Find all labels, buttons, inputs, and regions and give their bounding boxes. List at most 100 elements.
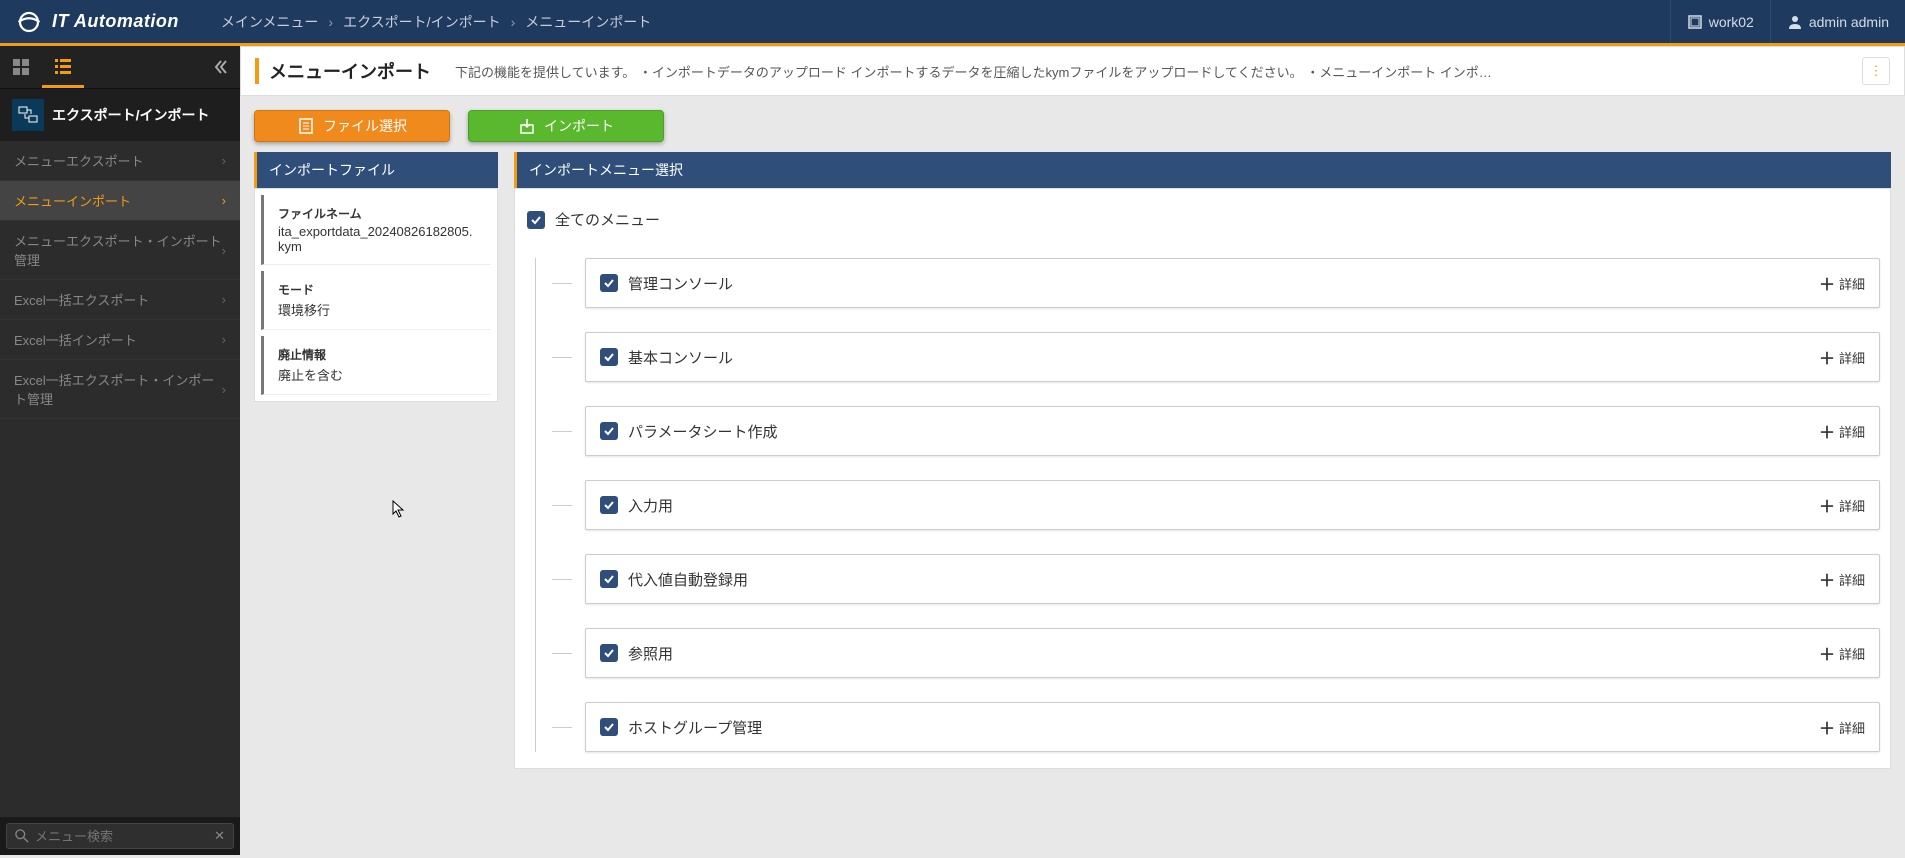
plus-icon: ＋ [1819,345,1835,369]
import-label: インポート [544,116,614,136]
page-title: メニューインポート [255,58,431,84]
tree-card: 代入値自動登録用＋詳細 [585,554,1880,604]
filename-label: ファイルネーム [278,205,477,222]
app-logo[interactable]: IT Automation [0,7,193,37]
checkbox[interactable] [600,348,618,366]
discard-block: 廃止情報 廃止を含む [261,336,491,395]
clear-icon[interactable]: ✕ [214,828,225,844]
sidebar-item-label: メニューインポート [14,191,131,210]
detail-button[interactable]: ＋詳細 [1819,271,1865,295]
plus-icon: ＋ [1819,493,1835,517]
detail-button[interactable]: ＋詳細 [1819,567,1865,591]
workspace-button[interactable]: work02 [1670,0,1770,43]
tree-card-label: 管理コンソール [628,273,1819,294]
sidebar-item[interactable]: メニューエクスポート・インポート管理› [0,221,240,280]
sidebar: エクスポート/インポート メニューエクスポート›メニューインポート›メニューエク… [0,46,240,855]
detail-label: 詳細 [1839,570,1865,589]
detail-button[interactable]: ＋詳細 [1819,419,1865,443]
page-kebab-menu[interactable]: ⋮ [1862,57,1890,85]
sidebar-group-label: エクスポート/インポート [52,105,209,125]
detail-button[interactable]: ＋詳細 [1819,715,1865,739]
checkbox[interactable] [600,496,618,514]
search-icon [15,829,29,843]
tree-card: ホストグループ管理＋詳細 [585,702,1880,752]
sidebar-search-box: ✕ [6,823,234,849]
sidebar-group-title: エクスポート/インポート [0,89,240,141]
detail-label: 詳細 [1839,422,1865,441]
detail-label: 詳細 [1839,348,1865,367]
detail-button[interactable]: ＋詳細 [1819,493,1865,517]
check-icon [603,351,615,363]
content-area: インポートファイル ファイルネーム ita_exportdata_2024082… [240,152,1905,855]
workspace-icon [1687,14,1703,30]
checkbox-all[interactable] [527,211,545,229]
header-right: work02 admin admin [1670,0,1905,43]
tree-card-label: 基本コンソール [628,347,1819,368]
sidebar-item[interactable]: Excel一括インポート› [0,320,240,360]
breadcrumb: メインメニュー › エクスポート/インポート › メニューインポート [193,12,1670,32]
discard-value: 廃止を含む [278,365,477,384]
sidebar-item[interactable]: メニューエクスポート› [0,141,240,181]
chevron-right-icon: › [222,292,226,307]
grid-icon [12,58,30,76]
detail-button[interactable]: ＋詳細 [1819,641,1865,665]
tree-card-label: 入力用 [628,495,1819,516]
main: メニューインポート 下記の機能を提供しています。 ・インポートデータのアップロー… [240,46,1905,855]
sidebar-nav: メニューエクスポート› メニューインポート › メニューエクスポート・インポート管理›… [0,141,240,817]
tree-root-row: 全てのメニュー [525,205,1880,234]
sidebar-search-area: ✕ [0,817,240,855]
checkbox[interactable] [600,570,618,588]
plus-icon: ＋ [1819,419,1835,443]
import-menu-panel-title: インポートメニュー選択 [514,152,1891,188]
breadcrumb-item-1[interactable]: エクスポート/インポート [339,12,504,32]
checkbox[interactable] [600,422,618,440]
workspace-label: work02 [1709,14,1754,30]
sidebar-item[interactable]: Excel一括エクスポート・インポート管理› [0,360,240,419]
chevron-right-icon: › [222,382,226,397]
breadcrumb-item-2[interactable]: メニューインポート [521,12,655,32]
tree-card-label: パラメータシート作成 [628,421,1819,442]
detail-label: 詳細 [1839,496,1865,515]
filename-value: ita_exportdata_20240826182805.kym [278,224,477,254]
user-icon [1787,14,1803,30]
import-file-panel: インポートファイル ファイルネーム ita_exportdata_2024082… [254,152,498,841]
chevron-right-icon: › [505,14,522,30]
mode-value: 環境移行 [278,300,477,319]
import-button[interactable]: インポート [468,110,664,142]
file-select-button[interactable]: ファイル選択 [254,110,450,142]
sidebar-collapse[interactable] [202,46,240,88]
user-button[interactable]: admin admin [1770,0,1905,43]
sidebar-item[interactable]: メニューインポート › [0,181,240,221]
user-label: admin admin [1809,14,1889,30]
discard-label: 廃止情報 [278,346,477,363]
tree-card: 管理コンソール＋詳細 [585,258,1880,308]
tree-root-label: 全てのメニュー [555,209,660,230]
checkbox[interactable] [600,644,618,662]
detail-label: 詳細 [1839,718,1865,737]
tree-card-label: 代入値自動登録用 [628,569,1819,590]
tree-card: パラメータシート作成＋詳細 [585,406,1880,456]
mode-label: モード [278,281,477,298]
file-select-label: ファイル選択 [323,116,407,136]
filename-block: ファイルネーム ita_exportdata_20240826182805.ky… [261,195,491,265]
detail-button[interactable]: ＋詳細 [1819,345,1865,369]
app-name: IT Automation [52,11,179,32]
checkbox[interactable] [600,274,618,292]
chevron-right-icon: › [222,332,226,347]
plus-icon: ＋ [1819,567,1835,591]
tree-children: 管理コンソール＋詳細基本コンソール＋詳細パラメータシート作成＋詳細入力用＋詳細代… [525,258,1880,752]
more-vertical-icon: ⋮ [1870,63,1883,79]
sidebar-view-list[interactable] [42,46,84,88]
sidebar-view-grid[interactable] [0,46,42,88]
sidebar-item[interactable]: Excel一括エクスポート› [0,280,240,320]
chevron-right-icon: › [222,153,226,168]
page-description: 下記の機能を提供しています。 ・インポートデータのアップロード インポートするデ… [455,62,1854,81]
tree-card-label: 参照用 [628,643,1819,664]
tree-card: 基本コンソール＋詳細 [585,332,1880,382]
search-input[interactable] [35,829,214,844]
check-icon [603,573,615,585]
mode-block: モード 環境移行 [261,271,491,330]
chevron-right-icon: › [222,193,226,208]
checkbox[interactable] [600,718,618,736]
breadcrumb-item-0[interactable]: メインメニュー [217,12,323,32]
